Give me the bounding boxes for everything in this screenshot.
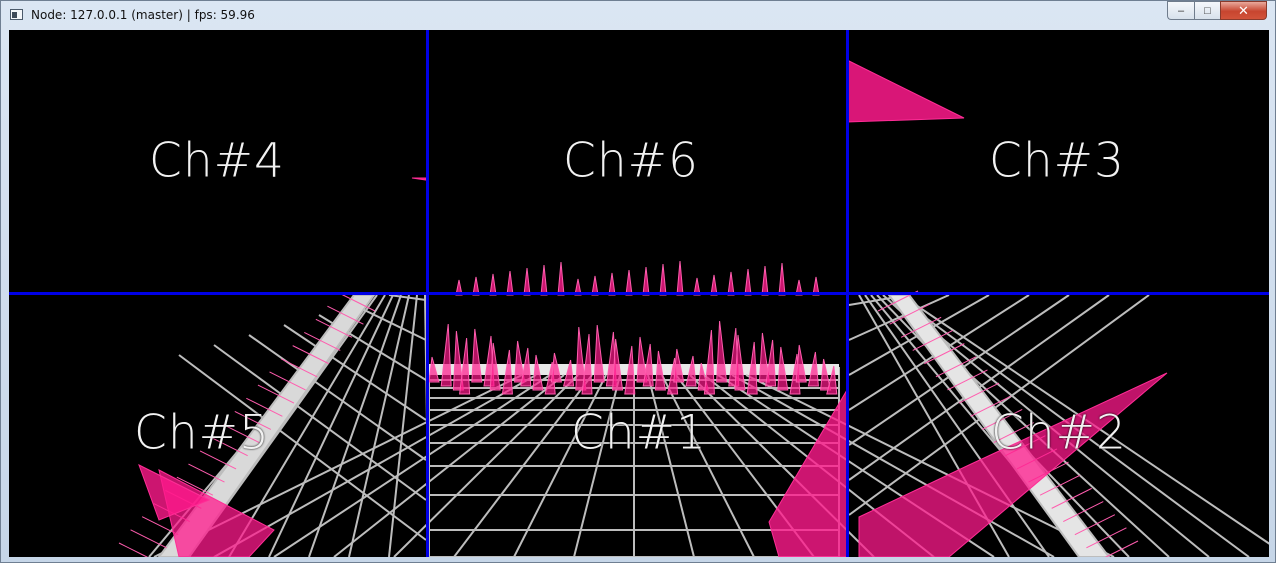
maximize-button[interactable]: □ — [1194, 1, 1220, 20]
channel-label-ch6: Ch#6 — [563, 133, 699, 189]
window-title: Node: 127.0.0.1 (master) | fps: 59.96 — [31, 8, 255, 22]
channel-label-ch3: Ch#3 — [989, 133, 1125, 189]
channel-label-ch2: Ch#2 — [991, 405, 1127, 461]
title-bar[interactable]: Node: 127.0.0.1 (master) | fps: 59.96 – … — [1, 1, 1275, 29]
close-button[interactable]: ✕ — [1220, 1, 1267, 20]
application-window: Node: 127.0.0.1 (master) | fps: 59.96 – … — [0, 0, 1276, 563]
caption-buttons: – □ ✕ — [1167, 1, 1267, 21]
app-window-icon[interactable] — [10, 9, 23, 20]
channel-label-ch1: Ch#1 — [571, 405, 707, 461]
minimize-button[interactable]: – — [1167, 1, 1194, 20]
channel-label-ch4: Ch#4 — [149, 133, 285, 189]
channel-divider-horizontal — [9, 292, 1269, 295]
render-viewport[interactable]: Ch#4 Ch#6 Ch#3 Ch#5 Ch#1 Ch#2 — [9, 30, 1269, 557]
channel-label-ch5: Ch#5 — [134, 405, 270, 461]
